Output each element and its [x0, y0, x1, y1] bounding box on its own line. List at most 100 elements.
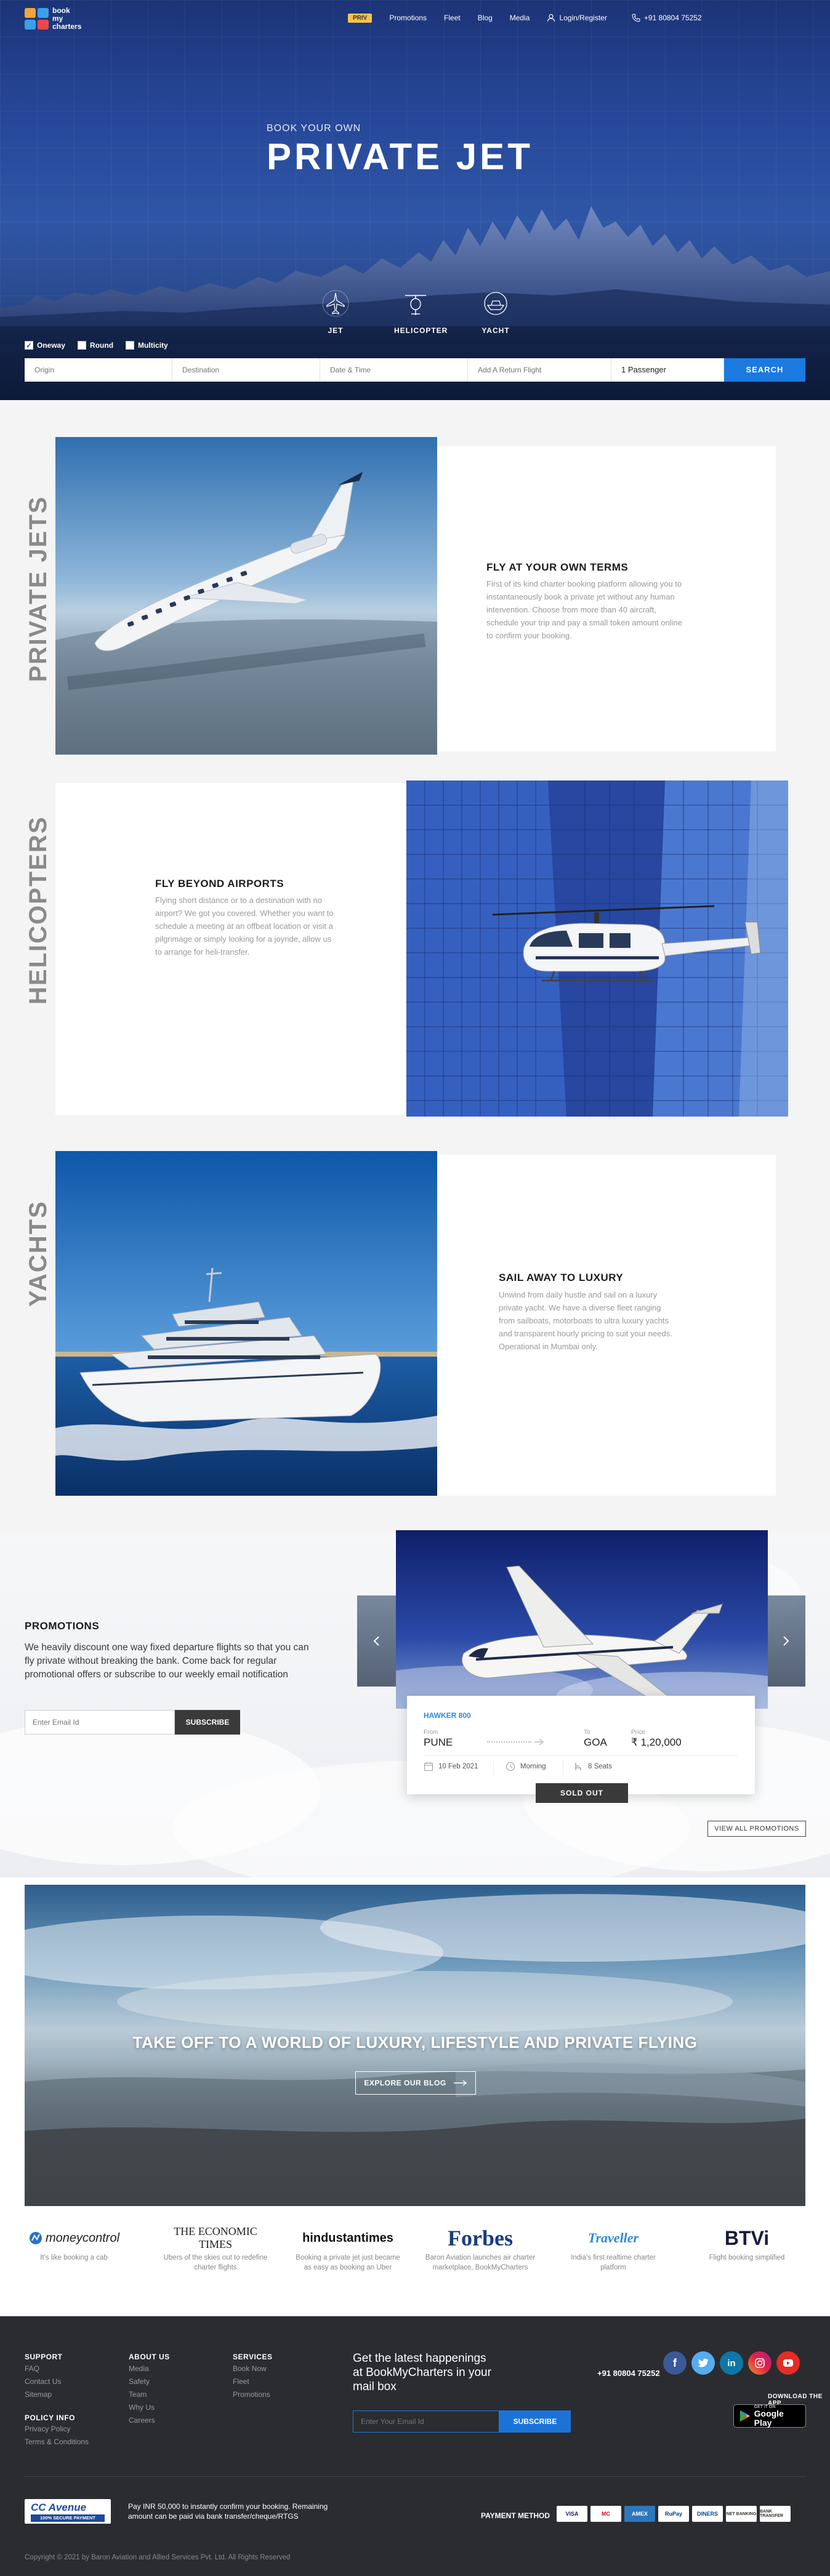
- view-all-promotions-button[interactable]: VIEW ALL PROMOTIONS: [707, 1821, 806, 1837]
- economic-times-wordmark: THE ECONOMIC TIMES: [174, 2225, 257, 2250]
- instagram-icon[interactable]: [748, 2351, 772, 2375]
- nav-phone[interactable]: +91 80804 75252: [632, 14, 702, 22]
- login-link[interactable]: Login/Register: [547, 14, 607, 22]
- footer-divider: [25, 2476, 805, 2477]
- private-jet-image: [55, 437, 437, 755]
- footer-link-book-now[interactable]: Book Now: [233, 2362, 270, 2375]
- press-item-hindustan-times[interactable]: hindustantimes Booking a private jet jus…: [292, 2228, 403, 2273]
- trip-round-checkbox[interactable]: Round: [78, 341, 113, 350]
- mode-tab-helicopter[interactable]: HELICOPTER: [394, 289, 447, 335]
- helicopter-image: [406, 780, 788, 1117]
- press-item-economic-times[interactable]: THE ECONOMIC TIMES Ubers of the skies ou…: [160, 2225, 271, 2273]
- checkbox-icon: [126, 341, 135, 350]
- press-caption: Flight booking simplified: [709, 2254, 785, 2261]
- footer-policy-links: Privacy Policy Terms & Conditions: [25, 2423, 89, 2449]
- newsletter-email-input[interactable]: [353, 2410, 499, 2433]
- carousel-next-slide[interactable]: [767, 1595, 805, 1687]
- economic-times-logo: THE ECONOMIC TIMES: [160, 2225, 271, 2250]
- mode-tab-yacht[interactable]: YACHT: [474, 289, 517, 335]
- nav-item-promotions[interactable]: Promotions: [389, 14, 427, 22]
- footer-link-fleet[interactable]: Fleet: [233, 2375, 270, 2388]
- footer-link-contact[interactable]: Contact Us: [25, 2375, 61, 2388]
- plane-route-icon: [534, 1738, 544, 1746]
- promo-subscribe-button[interactable]: SUBSCRIBE: [175, 1710, 240, 1735]
- jets-title: FLY AT YOUR OWN TERMS: [486, 561, 629, 573]
- jet-icon: [322, 290, 349, 317]
- destination-input[interactable]: [172, 358, 320, 382]
- promo-email-input[interactable]: [25, 1710, 175, 1735]
- date-time-input[interactable]: [320, 358, 468, 382]
- moneycontrol-mark-icon: [29, 2232, 42, 2244]
- chevron-right-icon: [783, 1636, 789, 1646]
- instagram-camera-icon: [755, 2358, 765, 2368]
- explore-blog-button[interactable]: EXPLORE OUR BLOG: [355, 2071, 476, 2095]
- priv-badge[interactable]: PRIV: [348, 13, 373, 23]
- youtube-icon[interactable]: [776, 2351, 800, 2375]
- footer-services-links: Book Now Fleet Promotions: [233, 2362, 270, 2401]
- press-item-traveller[interactable]: Traveller India's first realtime charter…: [558, 2228, 669, 2273]
- press-item-moneycontrol[interactable]: moneycontrol It's like booking a cab: [18, 2228, 129, 2263]
- amex-icon: AMEX: [624, 2506, 655, 2522]
- footer-link-why-us[interactable]: Why Us: [129, 2401, 155, 2414]
- linkedin-icon[interactable]: in: [720, 2351, 743, 2375]
- footer-link-media[interactable]: Media: [129, 2362, 155, 2375]
- google-play-button[interactable]: GET IT ON Google Play: [733, 2404, 806, 2428]
- private-jet-photo: [55, 437, 437, 755]
- newsletter-title: Get the latest happenings at BookMyChart…: [353, 2352, 491, 2393]
- trip-oneway-label: Oneway: [37, 341, 66, 350]
- yachts-title: SAIL AWAY TO LUXURY: [499, 1272, 624, 1283]
- press-caption: It's like booking a cab: [40, 2254, 108, 2261]
- newsletter-subscribe-button[interactable]: SUBSCRIBE: [499, 2410, 571, 2433]
- btvi-logo: BTVi: [691, 2227, 802, 2249]
- user-icon: [547, 14, 555, 22]
- nav-item-fleet[interactable]: Fleet: [444, 14, 461, 22]
- ccavenue-wordmark: CC Avenue: [31, 2502, 87, 2513]
- nav-item-blog[interactable]: Blog: [478, 14, 493, 22]
- carousel-prev-slide[interactable]: [357, 1595, 400, 1687]
- deal-seats: 8 Seats: [573, 1762, 612, 1772]
- return-flight-input[interactable]: [468, 358, 611, 382]
- footer-link-terms[interactable]: Terms & Conditions: [25, 2436, 89, 2449]
- rupay-icon: RuPay: [658, 2506, 689, 2522]
- footer-link-team[interactable]: Team: [129, 2388, 155, 2401]
- deal-date-text: 10 Feb 2021: [438, 1763, 478, 1770]
- deal-separator: [493, 1759, 494, 1775]
- helicopter-photo: [406, 780, 788, 1117]
- payment-cards: VISA MC AMEX RuPay DINERS NET BANKING BA…: [557, 2506, 791, 2522]
- passenger-select[interactable]: 1 Passenger: [611, 358, 724, 382]
- deal-seats-text: 8 Seats: [588, 1763, 612, 1770]
- footer-link-privacy[interactable]: Privacy Policy: [25, 2423, 89, 2436]
- hindustan-times-logo: hindustantimes: [292, 2228, 403, 2248]
- chevron-left-icon: [373, 1636, 379, 1646]
- promo-deal-card[interactable]: HAWKER 800 From PUNE To GOA Price ₹ 1,20…: [407, 1696, 755, 1794]
- copyright-text: Copyright © 2021 by Baron Aviation and A…: [25, 2554, 291, 2561]
- flight-search-bar: 1 Passenger SEARCH: [25, 358, 805, 382]
- footer-link-safety[interactable]: Safety: [129, 2375, 155, 2388]
- side-label-yachts: YACHTS: [25, 1200, 52, 1307]
- trip-type-options: ✓ Oneway Round Multicity: [25, 341, 168, 350]
- footer-link-faq[interactable]: FAQ: [25, 2362, 61, 2375]
- twitter-icon[interactable]: [691, 2351, 715, 2375]
- footer-link-promotions[interactable]: Promotions: [233, 2388, 270, 2401]
- deal-to-label: To: [584, 1729, 590, 1736]
- traveller-logo: Traveller: [558, 2228, 669, 2248]
- footer-phone[interactable]: +91 80804 75252: [597, 2369, 660, 2378]
- brand-logo[interactable]: book my charters: [25, 1, 99, 36]
- diners-icon: DINERS: [692, 2506, 723, 2522]
- mode-tab-jet[interactable]: JET: [314, 289, 357, 335]
- trip-multicity-checkbox[interactable]: Multicity: [126, 341, 168, 350]
- trip-oneway-checkbox[interactable]: ✓ Oneway: [25, 341, 65, 350]
- nav-item-media[interactable]: Media: [510, 14, 530, 22]
- yachts-description: Unwind from daily hustle and sail on a l…: [499, 1290, 672, 1351]
- press-item-btvi[interactable]: BTVi Flight booking simplified: [691, 2227, 802, 2263]
- deal-price-label: Price: [631, 1729, 645, 1736]
- facebook-icon[interactable]: f: [663, 2351, 687, 2375]
- footer-support-heading: SUPPORT: [25, 2353, 63, 2361]
- footer-link-sitemap[interactable]: Sitemap: [25, 2388, 61, 2401]
- transport-mode-tabs: JET HELICOPTER YACHT: [314, 289, 517, 335]
- footer-link-careers[interactable]: Careers: [129, 2414, 155, 2427]
- side-label-private-jets: PRIVATE JETS: [25, 496, 52, 682]
- origin-input[interactable]: [25, 358, 172, 382]
- search-button[interactable]: SEARCH: [724, 358, 805, 382]
- press-item-forbes[interactable]: Forbes Baron Aviation launches air chart…: [425, 2226, 536, 2273]
